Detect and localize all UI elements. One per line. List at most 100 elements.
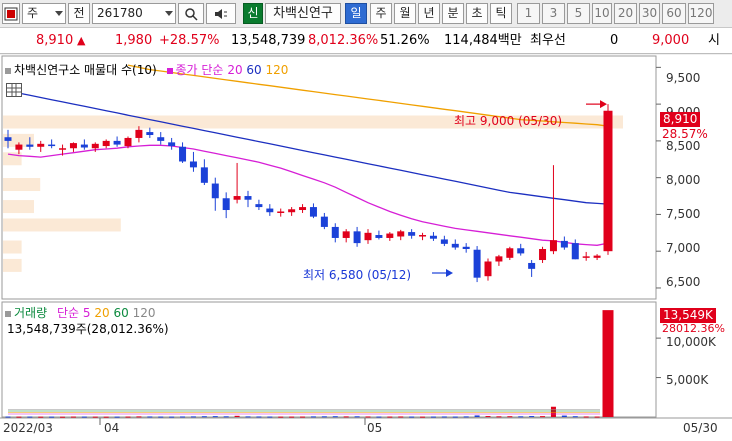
toolbar: 주 전 261780 신 차백신연구 일주월년분초틱 1 3 5 10 20 30 60 12… (0, 0, 732, 28)
period-button[interactable]: 틱 (490, 3, 512, 24)
period-label: 일 (350, 6, 362, 20)
candle-body (320, 216, 328, 227)
chevron-down-icon (165, 11, 173, 16)
candle-body (277, 211, 285, 213)
chart-area[interactable]: 차백신연구소 매물대 수(10) 종가 단순 20 60 120 최고 9,00… (0, 55, 732, 441)
stock-code-input[interactable]: 261780 (92, 3, 176, 24)
ma20-label: 20 (227, 63, 243, 77)
price-legend-name: 차백신연구소 매물대 수(10) (14, 63, 157, 77)
interval-button[interactable]: 30 (639, 3, 660, 24)
candle-body (462, 246, 470, 249)
period-button[interactable]: 일 (345, 3, 367, 24)
volume-bar (310, 416, 316, 418)
volume-bar (169, 416, 175, 418)
chart-type-select[interactable]: 주 (22, 3, 66, 24)
candle-body (528, 262, 536, 269)
interval-button[interactable]: 3 (542, 3, 565, 24)
candle-body (255, 204, 263, 208)
period-button[interactable]: 주 (370, 3, 392, 24)
ma120-label: 120 (265, 63, 289, 77)
volume-bar (441, 416, 447, 418)
volume-bar (245, 416, 251, 418)
candle-body (59, 148, 67, 150)
stock-name-label: 차백신연구 (273, 6, 333, 21)
candle-body (179, 146, 187, 162)
price-legend: 차백신연구소 매물대 수(10) 종가 단순 20 60 120 (5, 61, 288, 78)
candle-body (571, 243, 579, 260)
menu-button[interactable] (2, 3, 20, 24)
volume-bar (518, 416, 524, 418)
ma60-label: 60 (246, 63, 262, 77)
volume-bar (343, 416, 349, 418)
volume-bar (81, 416, 87, 418)
volume-bar (354, 416, 360, 418)
volume-bar (49, 416, 55, 418)
legend-marker-icon (5, 68, 11, 74)
sound-button[interactable] (206, 3, 236, 24)
candle-body (91, 143, 99, 149)
volume-bar (398, 416, 404, 418)
candle-body (113, 140, 121, 145)
volume-bar (452, 416, 458, 418)
price-ytick: 9,500 (666, 71, 701, 85)
volume-bar (289, 416, 295, 418)
period-button[interactable]: 년 (418, 3, 440, 24)
candle-body (15, 144, 23, 150)
candle-body (266, 208, 274, 213)
volume-bar (180, 416, 186, 418)
candle-body (80, 144, 88, 148)
volume-bar (38, 416, 44, 418)
candle-body (342, 231, 350, 238)
period-button[interactable]: 분 (442, 3, 464, 24)
stock-code-value: 261780 (97, 6, 143, 20)
volume-bar (561, 415, 567, 417)
price-volume-chart[interactable] (0, 55, 732, 441)
period-button[interactable]: 초 (466, 3, 488, 24)
interval-button[interactable]: 1 (517, 3, 540, 24)
interval-label: 3 (549, 6, 558, 20)
prefix-label: 전 (73, 6, 85, 20)
priority-qty: 0 (610, 33, 619, 48)
candle-body (244, 196, 252, 200)
volume-bar (594, 416, 600, 418)
x-right-date: 05/30 (683, 421, 718, 435)
period-label: 틱 (495, 6, 507, 20)
volume-bar (16, 416, 22, 418)
interval-button[interactable]: 10 (592, 3, 612, 24)
volume-bar (300, 416, 306, 418)
prefix-button[interactable]: 전 (68, 3, 90, 24)
badge-button[interactable]: 신 (243, 3, 263, 24)
x-label-march: 2022/03 (3, 421, 53, 435)
candle-body (135, 129, 143, 138)
candle-body (102, 140, 110, 147)
volume-bar (212, 416, 218, 418)
interval-button[interactable]: 20 (614, 3, 637, 24)
candle-body (375, 235, 383, 238)
volume-bar (92, 416, 98, 418)
volume-bar (60, 416, 66, 418)
volume-bar (540, 416, 546, 418)
stock-name[interactable]: 차백신연구 (265, 3, 341, 24)
volume-bar (463, 416, 469, 418)
legend-marker-icon (166, 68, 173, 74)
price-bar: 8,910 ▲ 1,980 +28.57% 13,548,739 8,012.3… (0, 28, 732, 54)
volume-bar (136, 416, 142, 418)
interval-button[interactable]: 5 (567, 3, 590, 24)
candle-body (549, 240, 557, 252)
candle-body (473, 249, 481, 278)
volume-bar (365, 416, 371, 418)
candle-body (189, 161, 197, 168)
search-button[interactable] (178, 3, 204, 24)
period-button[interactable]: 월 (394, 3, 416, 24)
volume-profile-bar (3, 258, 22, 272)
volume-bar (278, 416, 284, 418)
candle-body (309, 207, 317, 217)
volume-bar (430, 416, 436, 418)
price-bar-tail: 시 (708, 33, 720, 48)
interval-button[interactable]: 120 (688, 3, 714, 24)
low-arrow-icon (446, 269, 453, 277)
volume-rate: 8,012.36% (308, 33, 379, 48)
volume-bar (496, 416, 502, 418)
interval-button[interactable]: 60 (662, 3, 686, 24)
table-icon[interactable] (6, 83, 22, 97)
